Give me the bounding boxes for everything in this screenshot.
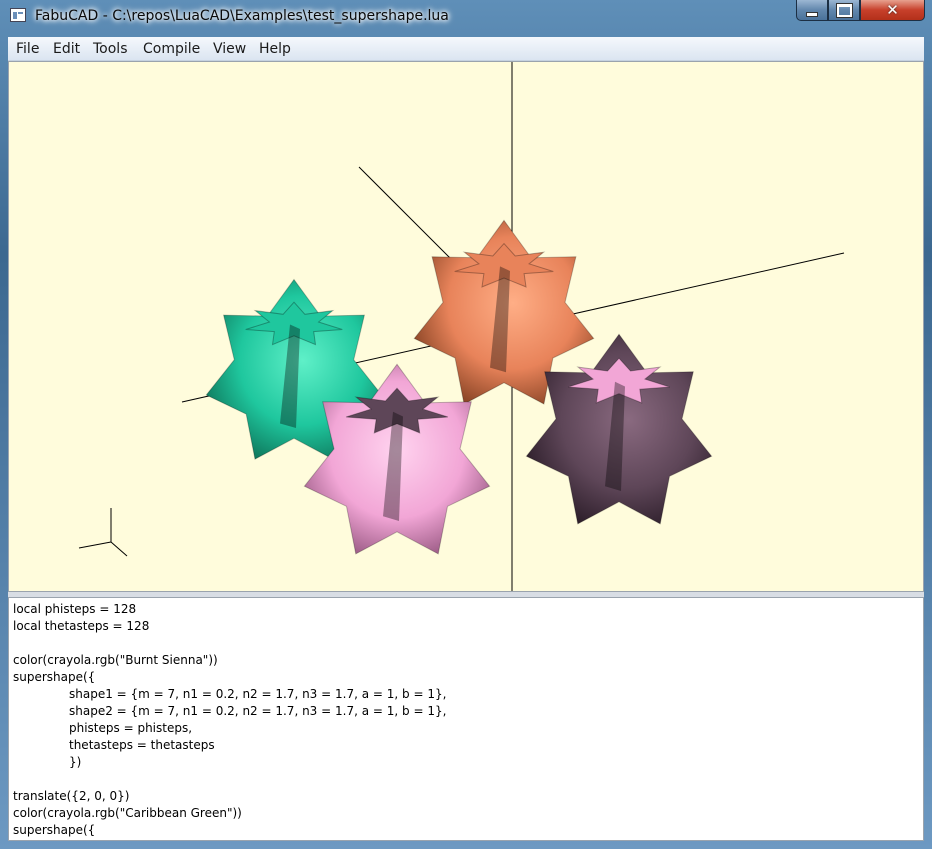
code-line: thetasteps = thetasteps: [69, 738, 215, 752]
code-line: color(crayola.rgb("Burnt Sienna")): [13, 653, 218, 667]
code-line: supershape({: [13, 670, 96, 684]
3d-viewport[interactable]: [8, 61, 924, 592]
app-window: FabuCAD - C:\repos\LuaCAD\Examples\test_…: [0, 0, 932, 849]
menu-file[interactable]: File: [16, 41, 39, 57]
maximize-icon: [835, 2, 853, 18]
menu-compile[interactable]: Compile: [143, 41, 200, 57]
close-button[interactable]: ✕: [860, 0, 925, 21]
code-line: local thetasteps = 128: [13, 619, 150, 633]
title-bar[interactable]: FabuCAD - C:\repos\LuaCAD\Examples\test_…: [0, 0, 932, 33]
code-editor[interactable]: local phisteps = 128 local thetasteps = 1…: [8, 597, 924, 841]
code-line: translate({2, 0, 0}): [13, 789, 130, 803]
maximize-button[interactable]: [828, 0, 860, 21]
code-line: phisteps = phisteps,: [69, 721, 193, 735]
menu-view[interactable]: View: [213, 41, 246, 57]
code-line: shape1 = {m = 7, n1 = 0.2, n2 = 1.7, n3 …: [69, 687, 447, 701]
code-line: shape2 = {m = 7, n1 = 0.2, n2 = 1.7, n3 …: [69, 704, 447, 718]
window-title: FabuCAD - C:\repos\LuaCAD\Examples\test_…: [35, 8, 449, 24]
code-line: }): [69, 755, 82, 769]
3d-scene: [78, 62, 845, 591]
minimize-button[interactable]: [796, 0, 828, 21]
menu-edit[interactable]: Edit: [53, 41, 80, 57]
code-line: local phisteps = 128: [13, 602, 137, 616]
axis-gizmo: [78, 508, 128, 557]
app-icon[interactable]: [10, 8, 26, 22]
menu-tools[interactable]: Tools: [93, 41, 128, 57]
minimize-icon: [806, 11, 818, 17]
code-line: supershape({: [13, 823, 96, 837]
close-icon: ✕: [886, 1, 899, 19]
code-line: color(crayola.rgb("Caribbean Green")): [13, 806, 242, 820]
axis-y: [358, 166, 465, 273]
menu-bar: File Edit Tools Compile View Help: [8, 37, 924, 61]
menu-help[interactable]: Help: [259, 41, 291, 57]
supershape-pink[interactable]: [525, 333, 713, 525]
